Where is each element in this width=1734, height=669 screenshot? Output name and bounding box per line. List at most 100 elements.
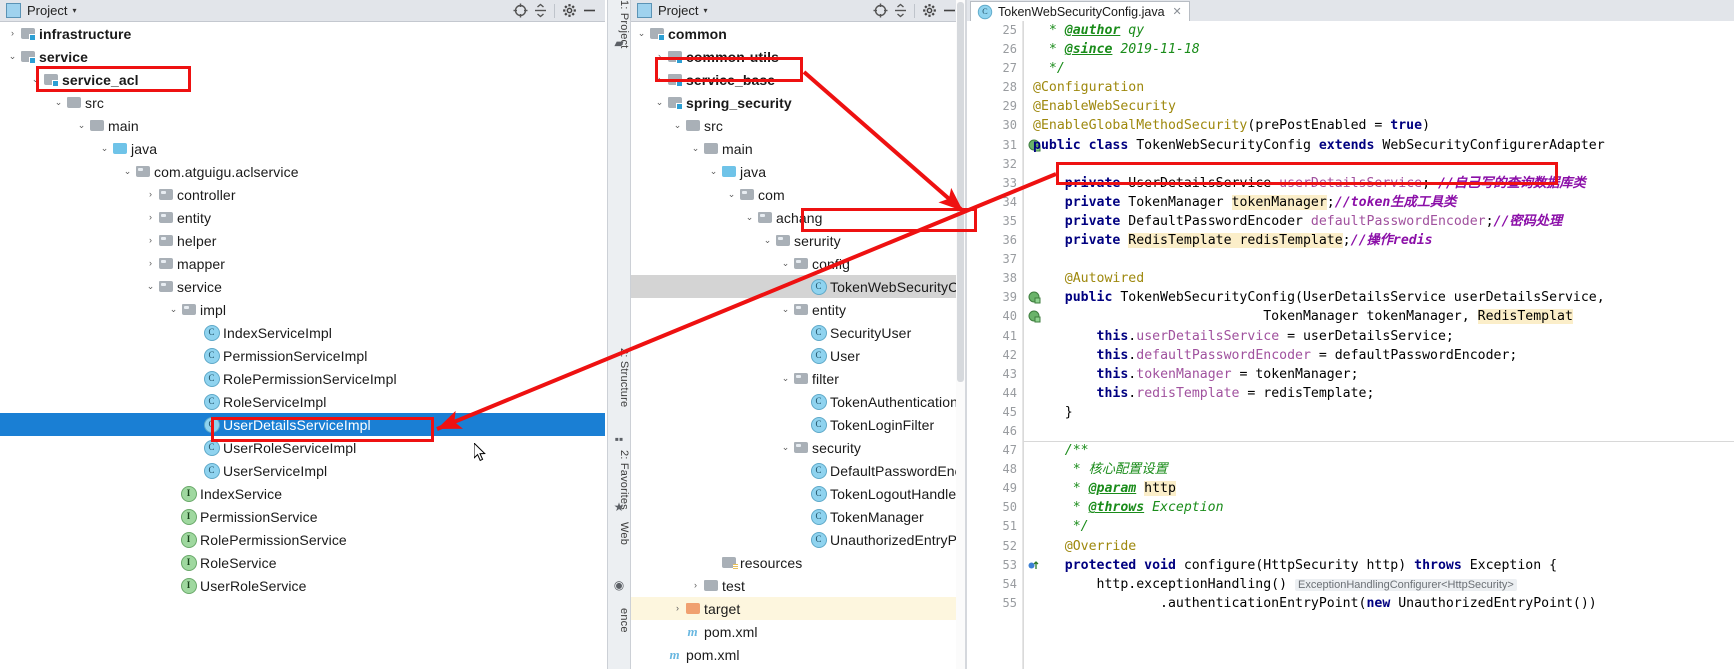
code-line[interactable]: */: [1023, 517, 1734, 536]
tree-item-entity[interactable]: ⌄ entity: [631, 298, 965, 321]
code-line[interactable]: [1023, 250, 1734, 269]
code-line[interactable]: this.tokenManager = tokenManager;: [1023, 365, 1734, 384]
code-line[interactable]: private TokenManager tokenManager;//toke…: [1023, 193, 1734, 212]
close-icon[interactable]: ✕: [1173, 5, 1182, 18]
tree-item-tokenmanager[interactable]: C TokenManager: [631, 505, 965, 528]
code-line[interactable]: * @author qy: [1023, 21, 1734, 40]
code-line[interactable]: [1023, 422, 1734, 441]
tree-item-infrastructure[interactable]: › infrastructure: [0, 22, 605, 45]
tree-item-userserviceimpl[interactable]: C UserServiceImpl: [0, 459, 605, 482]
chevron-down-icon[interactable]: ⌄: [29, 75, 42, 84]
tree-item-pom-xml[interactable]: m pom.xml: [631, 620, 965, 643]
chevron-down-icon[interactable]: ⌄: [761, 236, 774, 245]
chevron-down-icon[interactable]: ⌄: [689, 144, 702, 153]
tree-item-java[interactable]: ⌄ java: [631, 160, 965, 183]
tree-item-tokenlogouthandler[interactable]: C TokenLogoutHandler: [631, 482, 965, 505]
code-line[interactable]: private RedisTemplate redisTemplate;//操作…: [1023, 231, 1734, 250]
chevron-right-icon[interactable]: ›: [6, 29, 19, 38]
code-line[interactable]: public TokenWebSecurityConfig(UserDetail…: [1023, 288, 1734, 307]
chevron-down-icon[interactable]: ⌄: [121, 167, 134, 176]
tree-item-defaultpasswordencoder[interactable]: CDefaultPasswordEncoder: [631, 459, 965, 482]
code-line[interactable]: this.defaultPasswordEncoder = defaultPas…: [1023, 346, 1734, 365]
tree-item-src[interactable]: ⌄ src: [0, 91, 605, 114]
code-line[interactable]: [1023, 155, 1734, 174]
tree-item-service-base[interactable]: › service_base: [631, 68, 965, 91]
code-line[interactable]: protected void configure(HttpSecurity ht…: [1023, 556, 1734, 575]
tree-item-rolepermissionservice[interactable]: I RolePermissionService: [0, 528, 605, 551]
chevron-down-icon[interactable]: ⌄: [725, 190, 738, 199]
editor-tab-tokenwebsecurityconfig[interactable]: C TokenWebSecurityConfig.java ✕: [970, 1, 1190, 21]
chevron-down-icon[interactable]: ⌄: [779, 374, 792, 383]
tree-item-target[interactable]: › target: [631, 597, 965, 620]
tree-item-tokenauthenticationfilter[interactable]: CTokenAuthenticationFilter: [631, 390, 965, 413]
tree-item-pom-xml[interactable]: m pom.xml: [631, 643, 965, 666]
code-line[interactable]: this.redisTemplate = redisTemplate;: [1023, 384, 1734, 403]
collapse-all-icon[interactable]: [890, 2, 910, 20]
tree-item-tokenwebsecurityconfig[interactable]: CTokenWebSecurityConfig: [631, 275, 965, 298]
tree-item-spring-security[interactable]: ⌄ spring_security: [631, 91, 965, 114]
code-line[interactable]: */: [1023, 59, 1734, 78]
tree-item-achang[interactable]: ⌄ achang: [631, 206, 965, 229]
code-line[interactable]: @EnableWebSecurity: [1023, 97, 1734, 116]
code-line[interactable]: /**: [1023, 441, 1734, 460]
code-line[interactable]: * @throws Exception: [1023, 498, 1734, 517]
settings-gear-icon[interactable]: [559, 2, 579, 20]
chevron-down-icon[interactable]: ⌄: [635, 29, 648, 38]
tree-item-src[interactable]: ⌄ src: [631, 114, 965, 137]
tree-item-impl[interactable]: ⌄ impl: [0, 298, 605, 321]
middle-project-tree[interactable]: ⌄ common › common-utils › service_base ⌄ spring…: [631, 22, 965, 669]
locate-icon[interactable]: [870, 2, 890, 20]
chevron-down-icon[interactable]: ⌄: [743, 213, 756, 222]
settings-gear-icon[interactable]: [919, 2, 939, 20]
tree-item-com-atguigu-aclservice[interactable]: ⌄ com.atguigu.aclservice: [0, 160, 605, 183]
left-project-tree[interactable]: › infrastructure ⌄ service ⌄ service_acl ⌄ src ⌄…: [0, 22, 605, 669]
tree-item-securityuser[interactable]: C SecurityUser: [631, 321, 965, 344]
tool-window-tab-web[interactable]: Web: [608, 522, 630, 545]
tree-item-test[interactable]: › test: [631, 574, 965, 597]
tree-item-indexserviceimpl[interactable]: C IndexServiceImpl: [0, 321, 605, 344]
chevron-down-icon[interactable]: ▾: [703, 6, 707, 15]
tree-item-userroleserviceimpl[interactable]: C UserRoleServiceImpl: [0, 436, 605, 459]
code-line[interactable]: @Override: [1023, 537, 1734, 556]
tree-item-service[interactable]: ⌄ service: [0, 45, 605, 68]
tool-window-tab-ence[interactable]: ence: [608, 608, 630, 633]
chevron-down-icon[interactable]: ⌄: [653, 98, 666, 107]
code-line[interactable]: .authenticationEntryPoint(new Unauthoriz…: [1023, 594, 1734, 613]
tree-item-controller[interactable]: › controller: [0, 183, 605, 206]
tree-item-common[interactable]: ⌄ common: [631, 22, 965, 45]
tree-item-service-acl[interactable]: ⌄ service_acl: [0, 68, 605, 91]
tree-item-com[interactable]: ⌄ com: [631, 183, 965, 206]
tree-item-java[interactable]: ⌄ java: [0, 137, 605, 160]
chevron-right-icon[interactable]: ›: [144, 190, 157, 199]
tree-item-resources[interactable]: resources: [631, 551, 965, 574]
chevron-right-icon[interactable]: ›: [653, 52, 666, 61]
chevron-right-icon[interactable]: ›: [144, 213, 157, 222]
tool-window-tab-2-structure[interactable]: 2: Structure: [608, 348, 630, 407]
chevron-down-icon[interactable]: ⌄: [779, 259, 792, 268]
chevron-down-icon[interactable]: ⌄: [6, 52, 19, 61]
tree-item-serurity[interactable]: ⌄ serurity: [631, 229, 965, 252]
code-line[interactable]: }: [1023, 403, 1734, 422]
tree-item-permissionserviceimpl[interactable]: C PermissionServiceImpl: [0, 344, 605, 367]
tree-item-helper[interactable]: › helper: [0, 229, 605, 252]
tree-item-roleservice[interactable]: I RoleService: [0, 551, 605, 574]
middle-panel-scrollbar[interactable]: [956, 0, 965, 669]
code-text-area[interactable]: * @author qy * @since 2019-11-18 */ @Conf…: [1023, 21, 1734, 669]
code-line[interactable]: @Autowired: [1023, 269, 1734, 288]
code-line[interactable]: public class TokenWebSecurityConfig exte…: [1023, 136, 1734, 155]
chevron-right-icon[interactable]: ›: [671, 604, 684, 613]
tree-item-mapper[interactable]: › mapper: [0, 252, 605, 275]
tree-item-service[interactable]: ⌄ service: [0, 275, 605, 298]
chevron-down-icon[interactable]: ⌄: [167, 305, 180, 314]
tree-item-userroleservice[interactable]: I UserRoleService: [0, 574, 605, 597]
tree-item-unauthorizedentrypoint[interactable]: CUnauthorizedEntryPoint: [631, 528, 965, 551]
chevron-down-icon[interactable]: ⌄: [779, 443, 792, 452]
code-line[interactable]: @EnableGlobalMethodSecurity(prePostEnabl…: [1023, 116, 1734, 135]
tree-item-roleserviceimpl[interactable]: C RoleServiceImpl: [0, 390, 605, 413]
chevron-down-icon[interactable]: ⌄: [52, 98, 65, 107]
tree-item-entity[interactable]: › entity: [0, 206, 605, 229]
chevron-down-icon[interactable]: ⌄: [144, 282, 157, 291]
code-line[interactable]: private DefaultPasswordEncoder defaultPa…: [1023, 212, 1734, 231]
locate-icon[interactable]: [510, 2, 530, 20]
code-line[interactable]: * @param http: [1023, 479, 1734, 498]
